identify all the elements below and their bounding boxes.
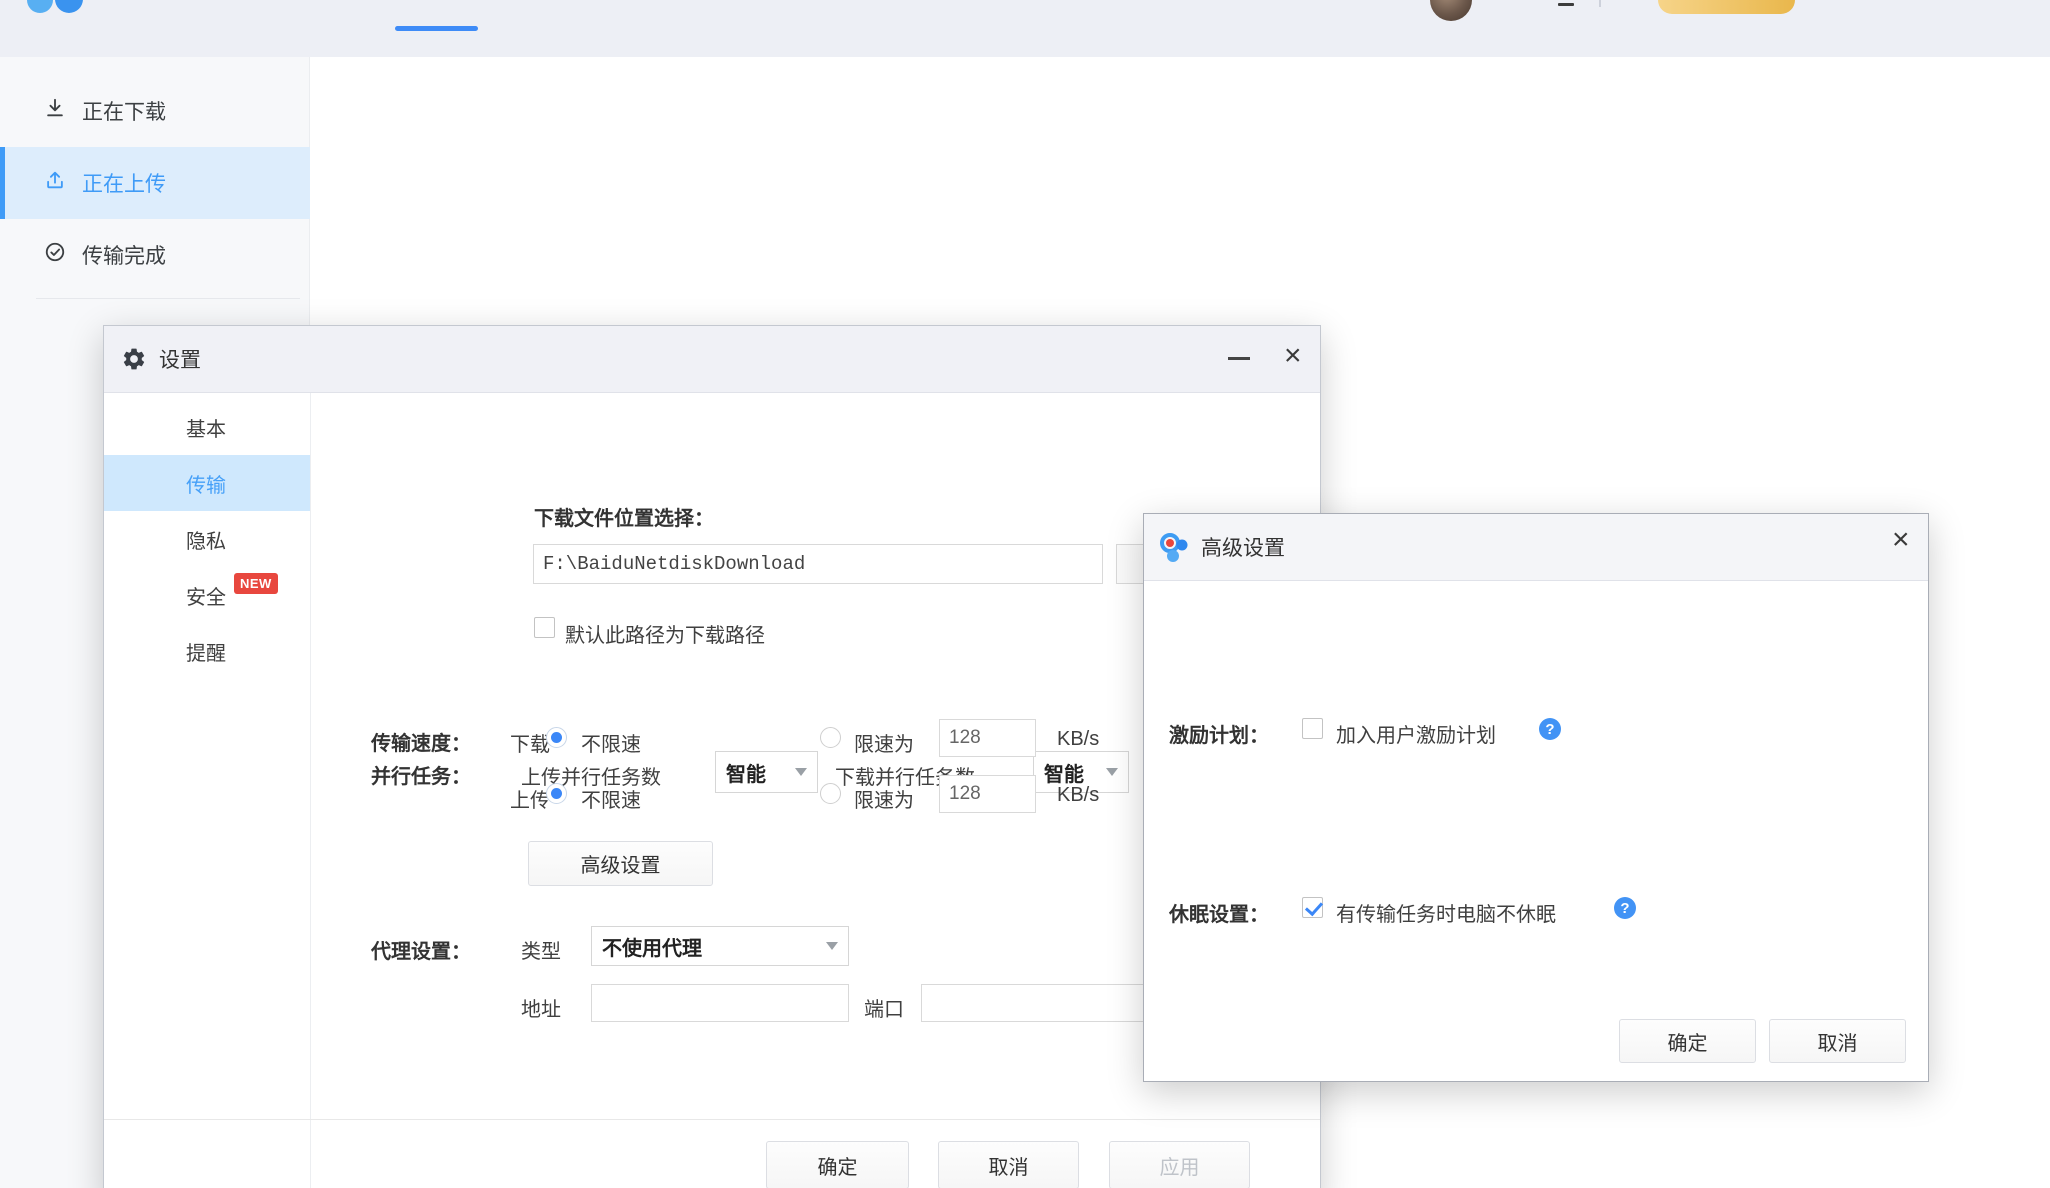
active-bar xyxy=(0,147,5,219)
advanced-settings-button[interactable]: 高级设置 xyxy=(528,841,713,886)
help-icon[interactable]: ? xyxy=(1614,897,1636,919)
advanced-dialog-title: 高级设置 xyxy=(1201,532,1285,562)
upload-limit-input[interactable]: 128 xyxy=(939,775,1036,813)
incentive-plan-label: 激励计划： xyxy=(1169,719,1269,748)
download-limit-radio[interactable] xyxy=(820,727,841,748)
advanced-settings-dialog: 高级设置 × 激励计划： 加入用户激励计划 ? 休眠设置： 有传输任务时电脑不休… xyxy=(1143,513,1929,1082)
download-path-input[interactable]: F:\BaiduNetdiskDownload xyxy=(533,544,1103,584)
close-icon[interactable]: × xyxy=(1284,342,1302,370)
parallel-tasks-label: 并行任务： xyxy=(371,760,471,789)
sidebar-item-uploading[interactable]: 正在上传 xyxy=(0,147,310,219)
toolbar-separator xyxy=(1599,0,1601,7)
sidebar-item-label: 传输完成 xyxy=(82,240,166,270)
help-icon[interactable]: ? xyxy=(1539,718,1561,740)
sleep-settings-checkbox[interactable] xyxy=(1302,897,1323,918)
sidebar-item-completed[interactable]: 传输完成 xyxy=(0,219,310,291)
proxy-type-label: 类型 xyxy=(521,935,561,964)
chevron-down-icon xyxy=(826,942,838,950)
proxy-settings-label: 代理设置： xyxy=(371,935,471,964)
settings-dialog-title: 设置 xyxy=(159,344,201,374)
download-limit-label: 限速为 xyxy=(854,728,914,757)
settings-tab-basic[interactable]: 基本 xyxy=(104,399,310,455)
download-limit-unit: KB/s xyxy=(1057,728,1099,751)
footer-divider xyxy=(104,1119,1320,1120)
transfer-speed-label: 传输速度： xyxy=(371,727,471,756)
settings-apply-button[interactable]: 应用 xyxy=(1109,1141,1250,1188)
sidebar-item-label: 正在上传 xyxy=(82,168,166,198)
incentive-plan-checkbox-label: 加入用户激励计划 xyxy=(1336,719,1496,748)
upload-icon xyxy=(44,169,66,197)
sleep-settings-label: 休眠设置： xyxy=(1169,898,1269,927)
settings-tab-security[interactable]: 安全 xyxy=(104,567,310,623)
app-window: 正在下载 正在上传 传输完成 设置 × xyxy=(0,0,2050,1188)
upload-limit-radio[interactable] xyxy=(820,783,841,804)
upload-limit-label: 限速为 xyxy=(854,784,914,813)
incentive-plan-checkbox[interactable] xyxy=(1302,718,1323,739)
download-unlimited-radio[interactable] xyxy=(546,727,567,748)
proxy-address-input[interactable] xyxy=(591,984,849,1022)
chevron-down-icon xyxy=(795,768,807,776)
settings-nav: 基本 传输 隐私 安全 NEW 提醒 xyxy=(104,393,311,1188)
settings-tab-transfer[interactable]: 传输 xyxy=(104,455,310,511)
netdisk-logo-icon xyxy=(1159,531,1189,563)
sidebar-item-label: 正在下载 xyxy=(82,96,166,126)
minimize-icon[interactable] xyxy=(1558,3,1574,6)
minimize-button[interactable] xyxy=(1228,357,1250,360)
upload-limit-unit: KB/s xyxy=(1057,784,1099,807)
proxy-type-select[interactable]: 不使用代理 xyxy=(591,926,849,966)
download-unlimited-label: 不限速 xyxy=(581,728,641,757)
proxy-address-label: 地址 xyxy=(521,993,561,1022)
avatar[interactable] xyxy=(1430,0,1472,21)
sidebar-item-downloading[interactable]: 正在下载 xyxy=(0,75,310,147)
settings-ok-button[interactable]: 确定 xyxy=(766,1141,909,1188)
gear-icon xyxy=(121,346,147,372)
close-icon[interactable]: × xyxy=(1892,526,1910,554)
advanced-ok-button[interactable]: 确定 xyxy=(1619,1019,1756,1063)
sleep-settings-checkbox-label: 有传输任务时电脑不休眠 xyxy=(1336,898,1556,927)
new-badge: NEW xyxy=(234,573,278,594)
advanced-cancel-button[interactable]: 取消 xyxy=(1769,1019,1906,1063)
app-logo-icon xyxy=(27,0,53,13)
download-icon xyxy=(44,97,66,125)
upload-unlimited-label: 不限速 xyxy=(581,784,641,813)
upload-parallel-select[interactable]: 智能 xyxy=(715,751,818,793)
active-tab-indicator xyxy=(395,26,478,31)
check-circle-icon xyxy=(44,241,66,269)
speed-row-upload-label: 上传 xyxy=(510,784,550,813)
sidebar-divider xyxy=(36,298,300,299)
chevron-down-icon xyxy=(1106,768,1118,776)
vip-button[interactable] xyxy=(1658,0,1795,14)
download-limit-input[interactable]: 128 xyxy=(939,719,1036,757)
settings-cancel-button[interactable]: 取消 xyxy=(938,1141,1079,1188)
default-path-checkbox[interactable] xyxy=(534,617,555,638)
proxy-port-label: 端口 xyxy=(864,993,904,1022)
advanced-dialog-header: 高级设置 × xyxy=(1144,514,1928,581)
settings-tab-reminder[interactable]: 提醒 xyxy=(104,623,310,679)
download-location-label: 下载文件位置选择： xyxy=(534,502,714,531)
speed-row-download-label: 下载 xyxy=(510,728,550,757)
default-path-checkbox-label: 默认此路径为下载路径 xyxy=(565,619,765,648)
settings-dialog-header: 设置 × xyxy=(104,326,1320,393)
settings-tab-privacy[interactable]: 隐私 xyxy=(104,511,310,567)
settings-dialog: 设置 × 基本 传输 隐私 安全 NEW 提醒 并行任务： 上传并行任务数 智能… xyxy=(103,325,1321,1188)
browse-button[interactable] xyxy=(1116,544,1146,584)
app-logo-icon xyxy=(55,0,83,13)
upload-unlimited-radio[interactable] xyxy=(546,783,567,804)
top-bar xyxy=(0,0,2050,57)
